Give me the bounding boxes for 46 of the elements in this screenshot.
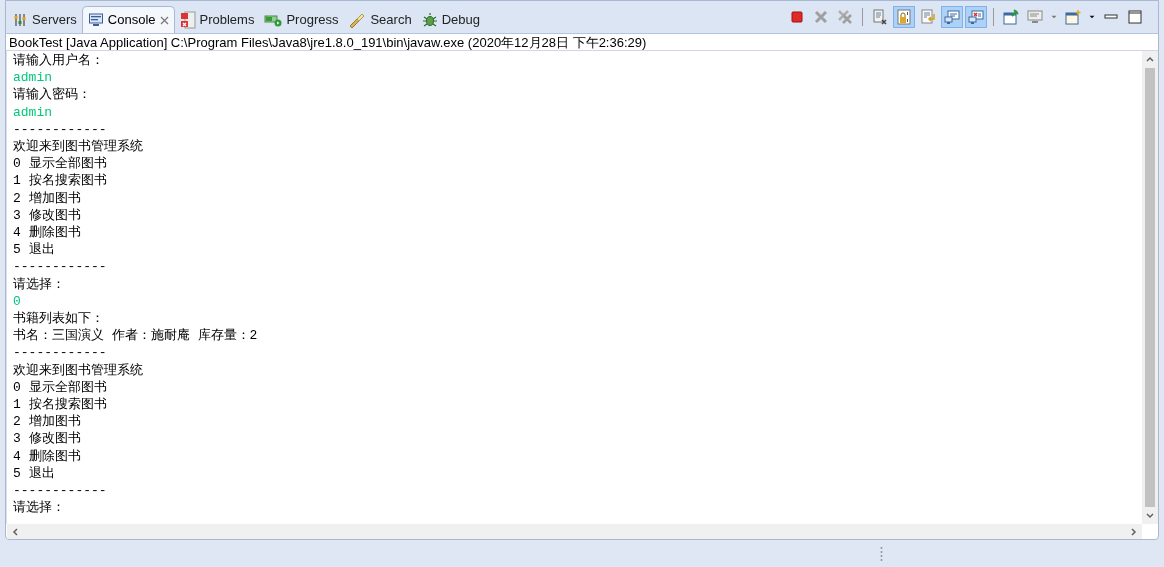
console-line: 欢迎来到图书管理系统 xyxy=(13,361,143,379)
console-line: 5 退出 xyxy=(13,241,55,259)
sliders-icon xyxy=(12,11,28,28)
console-line: 3 修改图书 xyxy=(13,430,81,448)
monitor-icon xyxy=(87,12,104,28)
view-tab[interactable]: Progress xyxy=(259,6,344,33)
console-line: ------------ xyxy=(13,344,107,362)
console-line: 2 增加图书 xyxy=(13,413,81,431)
console-line: 1 按名搜索图书 xyxy=(13,172,107,190)
scrollbar-thumb[interactable] xyxy=(1145,68,1155,507)
view-tab[interactable]: Problems xyxy=(174,6,260,33)
console-line: 书籍列表如下： xyxy=(13,310,104,328)
console-line: 0 xyxy=(13,292,21,311)
view-tab[interactable]: Console xyxy=(81,6,175,33)
console-line: ------------ xyxy=(13,258,107,276)
console-line: 2 增加图书 xyxy=(13,189,81,207)
padlock-icon[interactable] xyxy=(893,6,915,28)
console-line: 5 退出 xyxy=(13,464,55,483)
console-line: 书名：三国演义 作者：施耐庵 库存量：2 xyxy=(13,327,258,345)
console-line: 欢迎来到图书管理系统 xyxy=(13,138,143,156)
vertical-scrollbar[interactable] xyxy=(1142,51,1158,524)
console-line: 请输入用户名： xyxy=(13,52,104,70)
console-line: ------------ xyxy=(13,482,107,500)
close-icon[interactable] xyxy=(159,15,169,25)
view-tab[interactable]: Debug xyxy=(416,6,485,33)
console-line: 3 修改图书 xyxy=(13,206,81,225)
horizontal-scrollbar[interactable] xyxy=(7,524,1142,539)
console-line: 4 删除图书 xyxy=(13,447,81,465)
console-line: 1 按名搜索图书 xyxy=(13,396,107,414)
console-description: BookTest [Java Application] C:\Program Files\Java8\jre1.8.0_191\bin\javaw.exe (2020年12月28日 下午2:36:29) xyxy=(6,34,1158,51)
error-monitor-icon[interactable] xyxy=(965,6,987,28)
console-line: 0 显示全部图书 xyxy=(13,155,107,173)
console-line: 请选择： xyxy=(13,499,65,517)
console-line: 请选择： xyxy=(13,275,65,293)
error-document-icon xyxy=(179,10,196,29)
view-tab[interactable]: Servers xyxy=(7,6,82,33)
console-line: admin xyxy=(13,103,52,121)
console-line: ------------ xyxy=(13,120,107,138)
message-monitor-icon[interactable] xyxy=(941,6,963,28)
bug-icon xyxy=(421,11,438,28)
drag-handle-icon[interactable] xyxy=(880,546,883,562)
console-line: 0 显示全部图书 xyxy=(13,378,107,397)
console-line: 请输入密码： xyxy=(13,86,91,104)
view-tab[interactable]: Search xyxy=(343,6,417,33)
console-line: admin xyxy=(13,69,52,87)
console-line: 4 删除图书 xyxy=(13,224,81,242)
